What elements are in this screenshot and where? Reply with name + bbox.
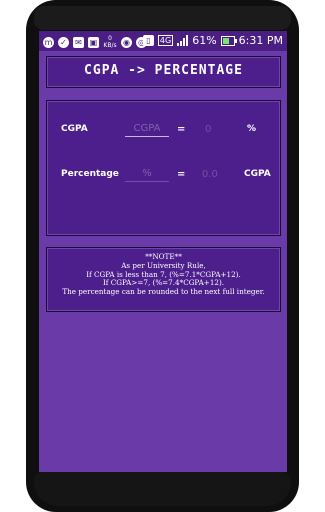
equals-sign: = (177, 124, 186, 135)
note-line: The percentage can be rounded to the nex… (62, 287, 265, 297)
hd-icon: ▣ (88, 36, 99, 48)
kbps-indicator: 0 KB/s (103, 35, 117, 49)
page-title: CGPA -> PERCENTAGE (84, 63, 243, 78)
status-bar: m ✓ ✉ ▣ 0 KB/s ◉ ◎ ▯ 4G 61% 6:31 PM (39, 31, 287, 51)
vibrate-icon: ▯ (142, 35, 154, 46)
battery-percent: 61% (192, 34, 217, 47)
signal-icon (177, 35, 189, 46)
clock: 6:31 PM (238, 34, 283, 47)
title-card: CGPA -> PERCENTAGE (46, 56, 281, 88)
percentage-result: 0 (205, 124, 212, 135)
equals-sign: = (177, 169, 186, 180)
percent-unit: % (247, 124, 257, 134)
percentage-input[interactable] (125, 166, 169, 182)
phone-top-bezel (34, 6, 291, 30)
wifi-icon: ◉ (121, 36, 132, 48)
check-icon: ✓ (58, 36, 69, 48)
mail-icon: ✉ (73, 36, 84, 48)
percentage-label: Percentage (61, 169, 119, 179)
phone-bottom-bezel (34, 472, 291, 506)
m-icon: m (43, 36, 54, 48)
network-type: 4G (157, 35, 174, 46)
battery-icon (220, 35, 237, 46)
cgpa-input[interactable] (125, 121, 169, 137)
cgpa-label: CGPA (61, 124, 88, 134)
cgpa-unit: CGPA (244, 169, 271, 179)
cgpa-result: 0.0 (202, 169, 218, 180)
note-text: **NOTE** As per University Rule, If CGPA… (47, 252, 280, 297)
calculator-card: CGPA = 0 % Percentage = 0.0 CGPA (46, 100, 281, 236)
app-screen: m ✓ ✉ ▣ 0 KB/s ◉ ◎ ▯ 4G 61% 6:31 PM CGPA… (39, 31, 287, 472)
note-card: **NOTE** As per University Rule, If CGPA… (46, 247, 281, 312)
